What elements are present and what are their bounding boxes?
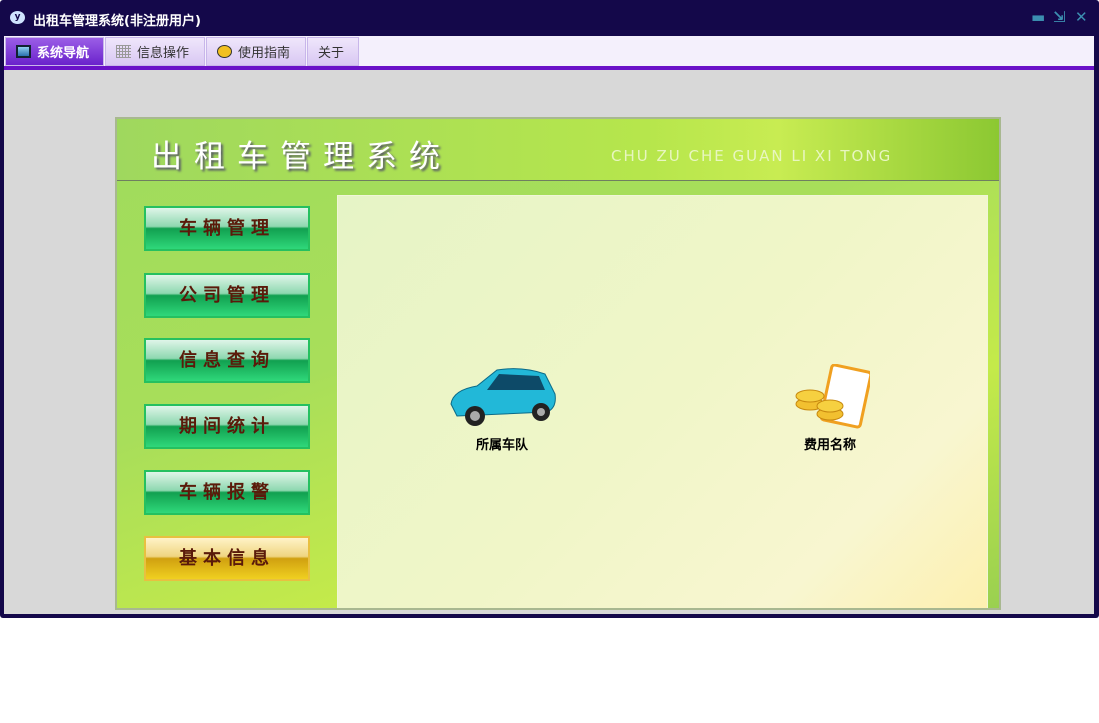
tab-system-nav[interactable]: 系统导航: [5, 37, 104, 66]
tab-bar: 系统导航 信息操作 使用指南 关于: [4, 36, 1094, 66]
app-logo-icon: y: [10, 11, 25, 24]
restore-button[interactable]: ⇲: [1053, 8, 1066, 26]
minimize-button[interactable]: ▬: [1031, 8, 1045, 26]
header-title: 出租车管理系统: [151, 139, 452, 175]
info-query-button[interactable]: 信息查询: [144, 338, 310, 383]
tab-label: 关于: [318, 46, 345, 61]
main-area: 所属车队 费用名称: [337, 195, 988, 608]
vehicle-management-button[interactable]: 车辆管理: [144, 206, 310, 251]
help-icon: [217, 45, 232, 58]
window-title: 出租车管理系统(非注册用户): [33, 14, 201, 29]
tab-about[interactable]: 关于: [307, 37, 359, 66]
header-subtitle: CHU ZU CHE GUAN LI XI TONG: [611, 147, 893, 165]
tab-label: 系统导航: [37, 46, 90, 61]
coins-icon: [795, 363, 873, 429]
tab-label: 信息操作: [137, 46, 190, 61]
fee-name-label: 费用名称: [803, 438, 856, 453]
car-icon: [450, 368, 556, 426]
grid-icon: [116, 45, 131, 58]
period-stats-button[interactable]: 期间统计: [144, 404, 310, 449]
monitor-icon: [16, 45, 31, 58]
tab-info-ops[interactable]: 信息操作: [105, 37, 205, 66]
fleet-label: 所属车队: [475, 438, 528, 453]
app-window: y 出租车管理系统(非注册用户) ▬ ⇲ ✕ 系统导航 信息操作 使用指南 关于…: [0, 0, 1099, 618]
fee-name-item[interactable]: 费用名称: [782, 363, 878, 453]
fleet-item[interactable]: 所属车队: [446, 364, 558, 453]
panel-header: 出租车管理系统 CHU ZU CHE GUAN LI XI TONG: [117, 119, 999, 181]
basic-info-button[interactable]: 基本信息: [144, 536, 310, 581]
nav-panel: 出租车管理系统 CHU ZU CHE GUAN LI XI TONG 车辆管理 …: [115, 117, 1001, 610]
tab-label: 使用指南: [238, 46, 291, 61]
close-button[interactable]: ✕: [1075, 8, 1088, 26]
company-management-button[interactable]: 公司管理: [144, 273, 310, 318]
tab-user-guide[interactable]: 使用指南: [206, 37, 306, 66]
vehicle-alarm-button[interactable]: 车辆报警: [144, 470, 310, 515]
